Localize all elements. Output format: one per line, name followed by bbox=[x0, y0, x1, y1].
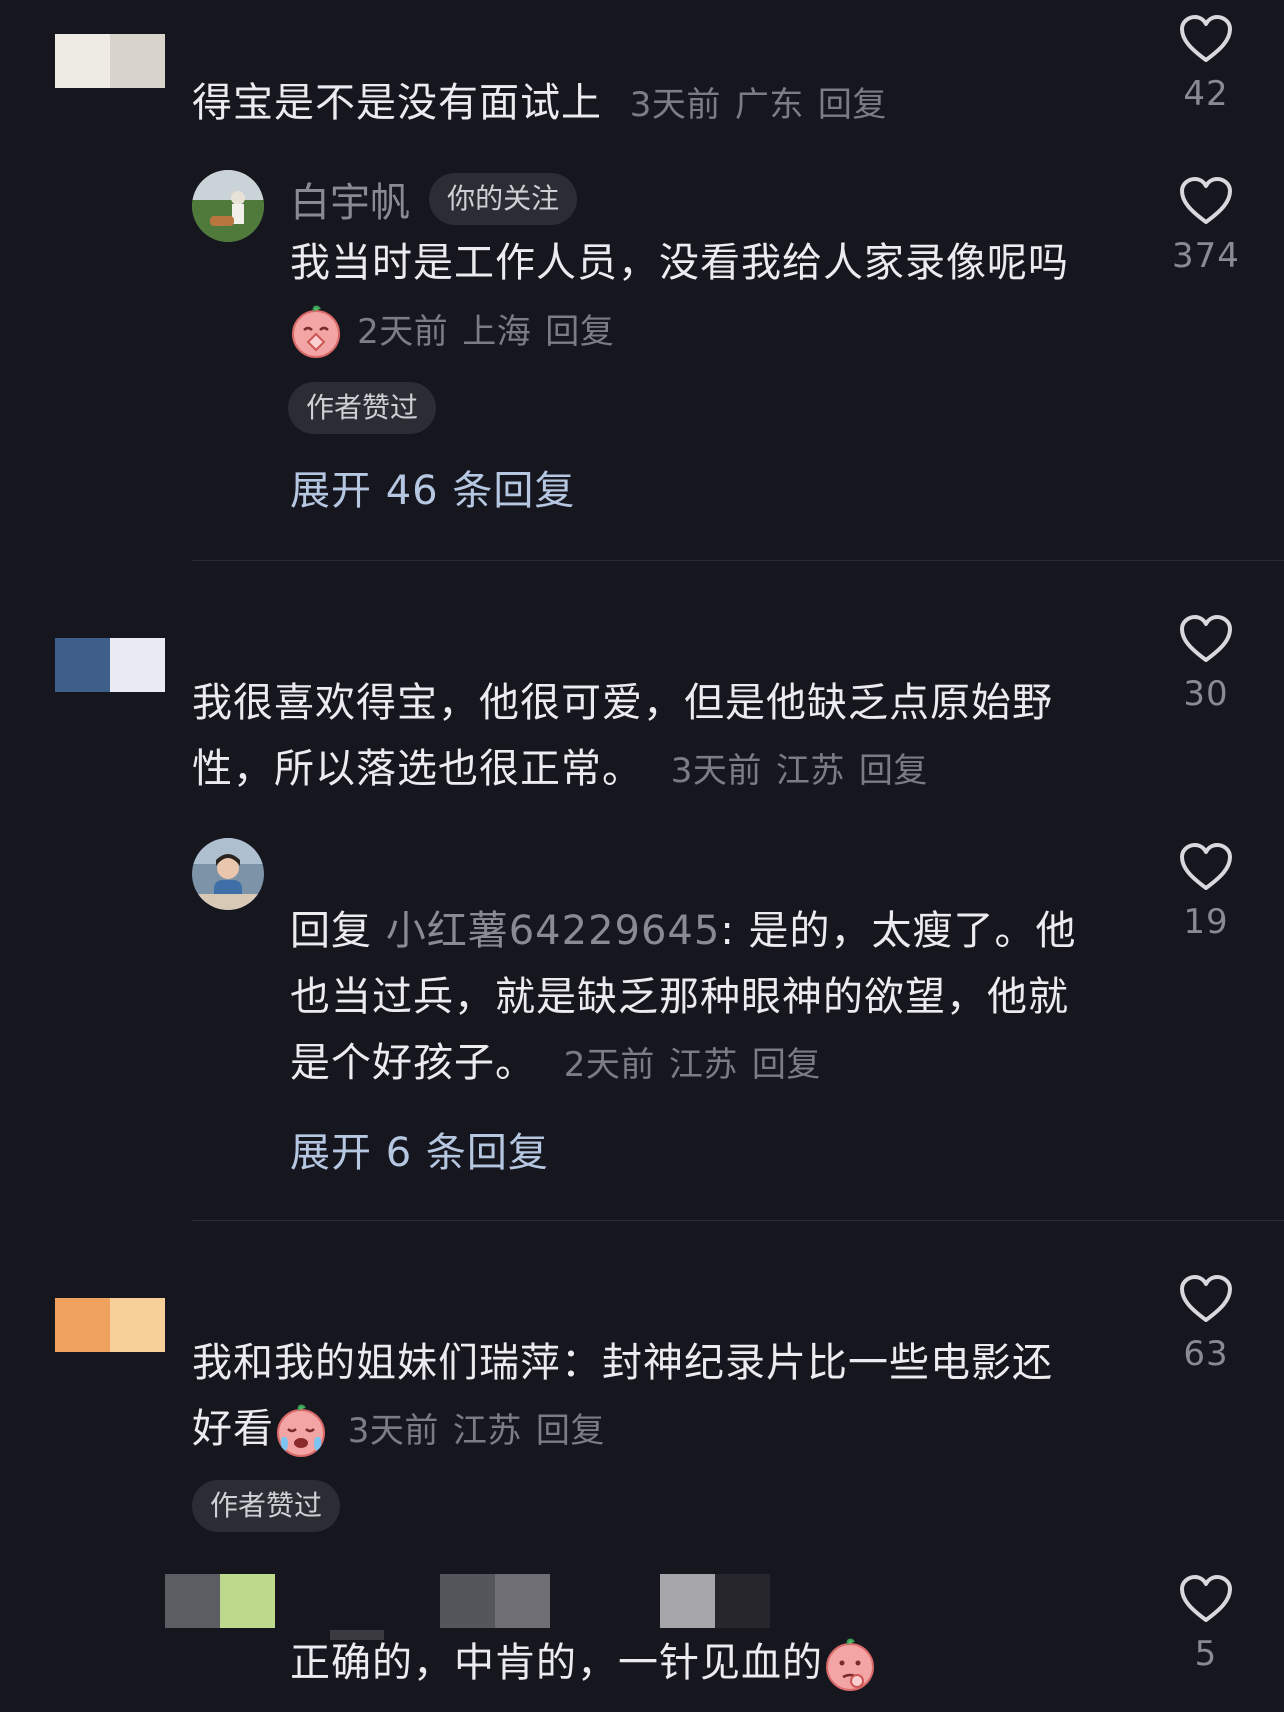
like-count: 63 bbox=[1183, 1334, 1229, 1374]
heart-icon bbox=[1180, 15, 1232, 62]
reply-button[interactable]: 回复 bbox=[752, 1045, 821, 1085]
reply-region: 上海 bbox=[462, 311, 532, 352]
following-badge: 你的关注 bbox=[429, 173, 578, 225]
reply-text: 正确的，中肯的，一针见血的 bbox=[290, 1640, 823, 1686]
comment-time: 3天前 bbox=[347, 1411, 439, 1451]
heart-icon bbox=[1180, 177, 1232, 224]
reply-text-line: 是个好孩子。 bbox=[290, 1040, 536, 1086]
replier-avatar[interactable] bbox=[192, 838, 264, 910]
author-liked-badge: 作者赞过 bbox=[288, 382, 437, 434]
commenter-avatar[interactable] bbox=[55, 1298, 165, 1352]
comment-region: 广东 bbox=[734, 85, 804, 125]
divider bbox=[192, 560, 1284, 561]
reply-region: 江苏 bbox=[668, 1045, 738, 1085]
like-count: 19 bbox=[1183, 902, 1229, 942]
like-button[interactable]: 63 bbox=[1146, 1274, 1266, 1374]
reply-text-line: 也当过兵，就是缺乏那种眼神的欲望，他就 bbox=[290, 974, 1069, 1020]
like-button[interactable]: 19 bbox=[1146, 842, 1266, 942]
comment-time: 3天前 bbox=[670, 751, 762, 791]
like-count: 374 bbox=[1172, 236, 1240, 276]
like-count: 42 bbox=[1183, 74, 1229, 114]
comment-text-line: 好看 bbox=[192, 1406, 274, 1452]
obscured-username-block bbox=[660, 1574, 770, 1628]
replier-avatar[interactable] bbox=[192, 170, 264, 242]
heart-icon bbox=[1180, 843, 1232, 890]
reply-meta-row: 2天前 上海 回复 bbox=[290, 298, 614, 365]
reply-row: 是个好孩子。 2天前 江苏 回复 bbox=[290, 1030, 821, 1098]
reply-to-username[interactable]: 小红薯64229645 bbox=[386, 908, 721, 954]
reply-text: : 是的，太瘦了。他 bbox=[720, 908, 1077, 954]
obscured-username-block bbox=[440, 1574, 550, 1628]
like-count: 30 bbox=[1183, 674, 1229, 714]
heart-icon bbox=[1180, 1275, 1232, 1322]
clasped-hands-emoji bbox=[290, 304, 342, 360]
reply-time: 2天前 bbox=[563, 1045, 655, 1085]
comment-row: 性，所以落选也很正常。 3天前 江苏 回复 bbox=[192, 736, 928, 804]
expand-replies-button[interactable]: 展开 46 条回复 bbox=[290, 458, 575, 516]
thinking-emoji bbox=[823, 1637, 877, 1693]
reply-text: 我当时是工作人员，没看我给人家录像呢吗 bbox=[290, 240, 1069, 286]
author-liked-badge: 作者赞过 bbox=[192, 1480, 341, 1532]
like-button[interactable]: 30 bbox=[1146, 614, 1266, 714]
comment-time: 3天前 bbox=[629, 85, 721, 125]
reply-button[interactable]: 回复 bbox=[818, 85, 887, 125]
commenter-avatar[interactable] bbox=[55, 34, 165, 88]
reply-button[interactable]: 回复 bbox=[859, 751, 928, 791]
reply-time: 2天前 bbox=[357, 311, 449, 352]
heart-icon bbox=[1180, 615, 1232, 662]
commenter-avatar[interactable] bbox=[55, 638, 165, 692]
reply-text-line: 回复 小红薯64229645: 是的，太瘦了。他 bbox=[290, 898, 1077, 964]
heart-icon bbox=[1180, 1575, 1232, 1622]
reply-row: 正确的，中肯的，一针见血的 bbox=[290, 1630, 877, 1696]
comment-text-line: 性，所以落选也很正常。 bbox=[192, 746, 643, 792]
reply-header: 白宇帆 你的关注 bbox=[290, 170, 578, 228]
crying-emoji bbox=[274, 1403, 328, 1459]
like-count: 5 bbox=[1194, 1634, 1218, 1674]
reply-button[interactable]: 回复 bbox=[545, 312, 614, 352]
like-button[interactable]: 42 bbox=[1146, 14, 1266, 114]
replier-avatar[interactable] bbox=[165, 1574, 275, 1628]
reply-button[interactable]: 回复 bbox=[536, 1411, 605, 1451]
comment-row: 好看 3天前 江苏 回复 bbox=[192, 1396, 605, 1464]
comment-row: 得宝是不是没有面试上 3天前 广东 回复 bbox=[192, 70, 887, 138]
comment-text-line: 我和我的姐妹们瑞萍：封神纪录片比一些电影还 bbox=[192, 1340, 1053, 1386]
reply-prefix: 回复 bbox=[290, 908, 372, 954]
expand-replies-button[interactable]: 展开 6 条回复 bbox=[290, 1120, 549, 1178]
comment-region: 江苏 bbox=[452, 1411, 522, 1451]
comment-region: 江苏 bbox=[775, 751, 845, 791]
like-button[interactable]: 5 bbox=[1146, 1574, 1266, 1674]
comment-text-line: 我很喜欢得宝，他很可爱，但是他缺乏点原始野 bbox=[192, 680, 1053, 726]
comment-text: 得宝是不是没有面试上 bbox=[192, 80, 602, 126]
username[interactable]: 白宇帆 bbox=[290, 180, 410, 226]
divider bbox=[192, 1220, 1284, 1221]
like-button[interactable]: 374 bbox=[1146, 176, 1266, 276]
